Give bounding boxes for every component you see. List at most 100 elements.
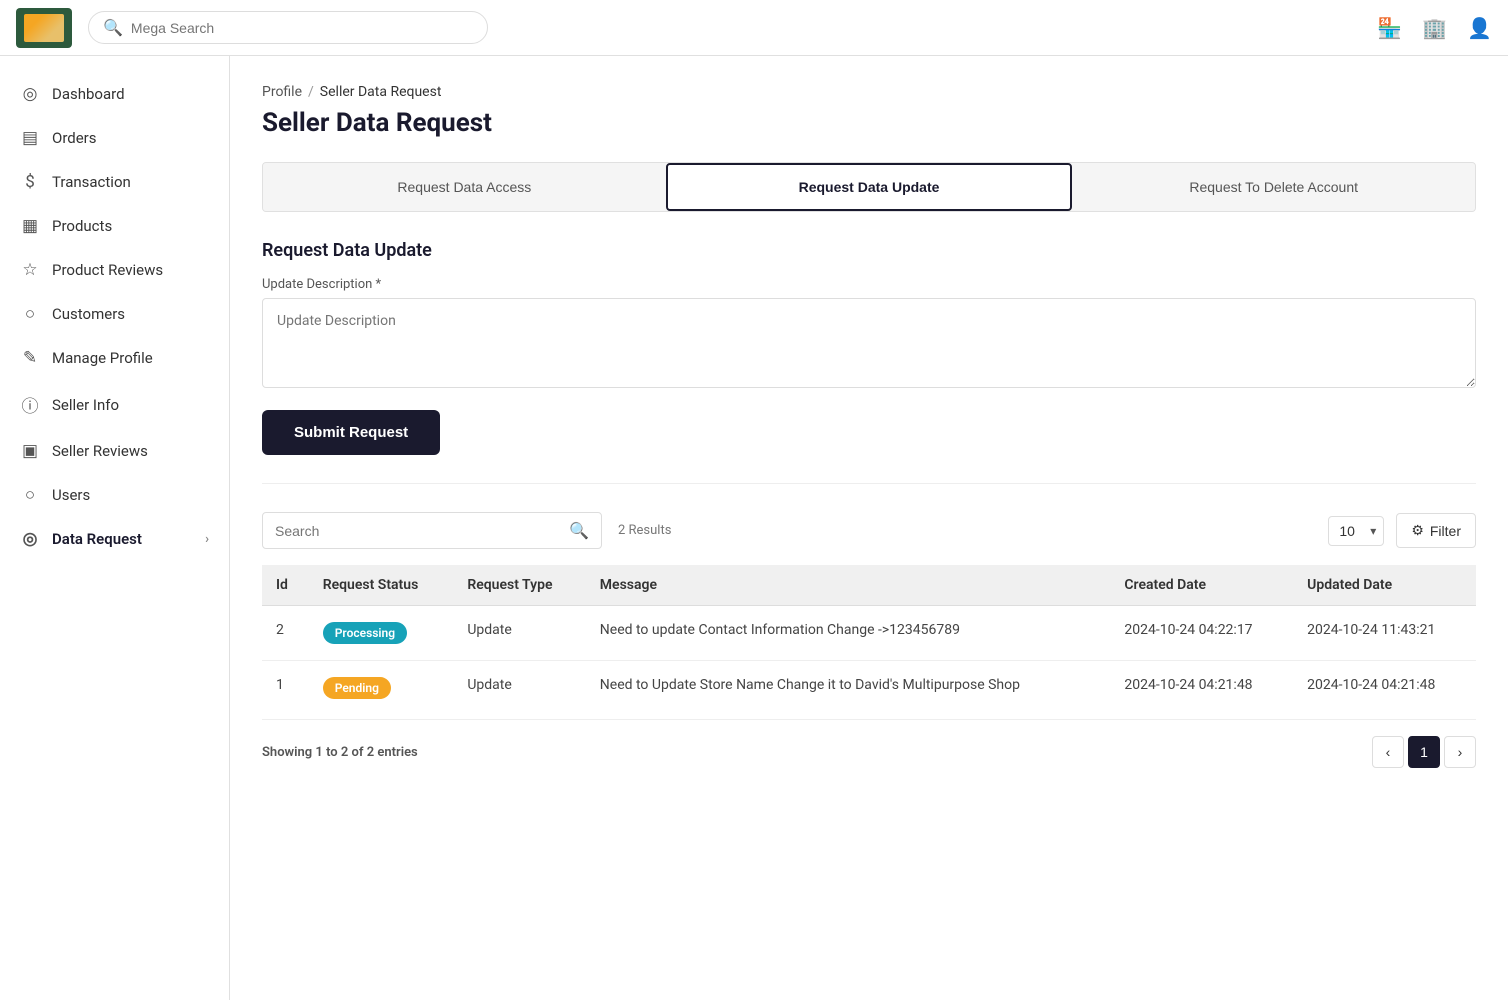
logo[interactable] [16,8,72,48]
sidebar-item-users[interactable]: ○ Users [0,473,229,517]
customers-icon: ○ [20,304,40,324]
status-badge: Processing [323,622,407,644]
manage-profile-icon: ✎ [20,348,40,368]
breadcrumb: Profile / Seller Data Request [262,84,1476,100]
cell-request-type: Update [453,606,585,661]
sidebar-label-customers: Customers [52,305,125,323]
sidebar-label-transaction: Transaction [52,173,131,191]
transaction-icon: $ [20,172,40,192]
navbar: 🔍 🏪 🏢 👤 [0,0,1508,56]
main-content: Profile / Seller Data Request Seller Dat… [230,56,1508,1000]
table-search-icon: 🔍 [569,521,589,540]
cell-status: Processing [309,606,454,661]
submit-request-button[interactable]: Submit Request [262,410,440,455]
sidebar-item-seller-reviews[interactable]: ▣ Seller Reviews [0,429,229,473]
sidebar-label-seller-reviews: Seller Reviews [52,442,148,460]
cell-request-type: Update [453,661,585,716]
prev-page-button[interactable]: ‹ [1372,736,1404,768]
col-updated-date: Updated Date [1293,565,1476,606]
filter-label: Filter [1430,523,1461,539]
search-icon: 🔍 [103,18,123,37]
form-section-title: Request Data Update [262,240,1476,261]
next-page-button[interactable]: › [1444,736,1476,768]
col-message: Message [586,565,1111,606]
update-description-label: Update Description * [262,277,1476,292]
sidebar-item-transaction[interactable]: $ Transaction [0,160,229,204]
orders-icon: ▤ [20,128,40,148]
cell-id: 1 [262,661,309,716]
table-controls-right: 10 25 50 ⚙ Filter [1328,513,1476,548]
cell-updated-date: 2024-10-24 11:43:21 [1293,606,1476,661]
mega-search-input[interactable] [131,20,473,36]
sidebar-item-product-reviews[interactable]: ☆ Product Reviews [0,248,229,292]
col-request-type: Request Type [453,565,585,606]
table-search-input[interactable] [275,523,561,539]
cell-id: 2 [262,606,309,661]
mega-search-bar[interactable]: 🔍 [88,11,488,44]
tabs-container: Request Data Access Request Data Update … [262,162,1476,212]
cell-created-date: 2024-10-24 04:21:48 [1110,661,1293,716]
breadcrumb-current: Seller Data Request [320,84,442,100]
chevron-right-icon: › [205,532,209,547]
table-search-row: 🔍 2 Results 10 25 50 ⚙ Filter [262,512,1476,549]
data-request-icon: ◎ [20,529,40,549]
sidebar-label-users: Users [52,486,90,504]
page-1-button[interactable]: 1 [1408,736,1440,768]
cell-message: Need to update Contact Information Chang… [586,606,1111,661]
table-row: 1 Pending Update Need to Update Store Na… [262,661,1476,716]
data-table: Id Request Status Request Type Message C… [262,565,1476,715]
sidebar-item-manage-profile[interactable]: ✎ Manage Profile [0,336,229,380]
sidebar-label-products: Products [52,217,112,235]
product-reviews-icon: ☆ [20,260,40,280]
cell-created-date: 2024-10-24 04:22:17 [1110,606,1293,661]
col-created-date: Created Date [1110,565,1293,606]
results-count: 2 Results [618,523,671,538]
store-icon[interactable]: 🏪 [1377,16,1402,40]
per-page-select[interactable]: 10 25 50 [1328,516,1384,546]
showing-text: Showing 1 to 2 of 2 entries [262,745,418,760]
tab-request-data-update[interactable]: Request Data Update [666,163,1073,211]
sidebar-label-data-request: Data Request [52,530,142,548]
sidebar-label-orders: Orders [52,129,97,147]
user-profile-icon[interactable]: 👤 [1467,16,1492,40]
sidebar-item-products[interactable]: ▦ Products [0,204,229,248]
sidebar-item-dashboard[interactable]: ◎ Dashboard [0,72,229,116]
table-row: 2 Processing Update Need to update Conta… [262,606,1476,661]
tab-request-to-delete-account[interactable]: Request To Delete Account [1072,163,1475,211]
pagination-buttons: ‹ 1 › [1372,736,1476,768]
breadcrumb-parent[interactable]: Profile [262,84,302,100]
sidebar-item-data-request[interactable]: ◎ Data Request › [0,517,229,561]
col-request-status: Request Status [309,565,454,606]
sidebar-item-orders[interactable]: ▤ Orders [0,116,229,160]
cell-message: Need to Update Store Name Change it to D… [586,661,1111,716]
cell-status: Pending [309,661,454,716]
sidebar-item-seller-info[interactable]: ⓘ Seller Info [0,380,229,429]
cell-updated-date: 2024-10-24 04:21:48 [1293,661,1476,716]
sidebar-label-manage-profile: Manage Profile [52,349,153,367]
sidebar-label-seller-info: Seller Info [52,396,119,414]
seller-reviews-icon: ▣ [20,441,40,461]
col-id: Id [262,565,309,606]
sidebar: ◎ Dashboard ▤ Orders $ Transaction ▦ Pro… [0,56,230,1000]
seller-info-icon: ⓘ [20,392,40,417]
sidebar-label-product-reviews: Product Reviews [52,261,163,279]
products-icon: ▦ [20,216,40,236]
filter-button[interactable]: ⚙ Filter [1396,513,1476,548]
request-data-update-section: Request Data Update Update Description *… [262,240,1476,455]
pagination-row: Showing 1 to 2 of 2 entries ‹ 1 › [262,719,1476,784]
layout: ◎ Dashboard ▤ Orders $ Transaction ▦ Pro… [0,56,1508,1000]
navbar-right: 🏪 🏢 👤 [1377,16,1492,40]
section-divider [262,483,1476,484]
users-icon: ○ [20,485,40,505]
dashboard-icon: ◎ [20,84,40,104]
filter-icon: ⚙ [1411,522,1424,539]
status-badge: Pending [323,677,391,699]
update-description-textarea[interactable] [262,298,1476,388]
table-search-box[interactable]: 🔍 [262,512,602,549]
tab-request-data-access[interactable]: Request Data Access [263,163,666,211]
building-icon[interactable]: 🏢 [1422,16,1447,40]
page-title: Seller Data Request [262,108,1476,138]
sidebar-item-customers[interactable]: ○ Customers [0,292,229,336]
breadcrumb-separator: / [308,84,314,100]
table-header-row: Id Request Status Request Type Message C… [262,565,1476,606]
